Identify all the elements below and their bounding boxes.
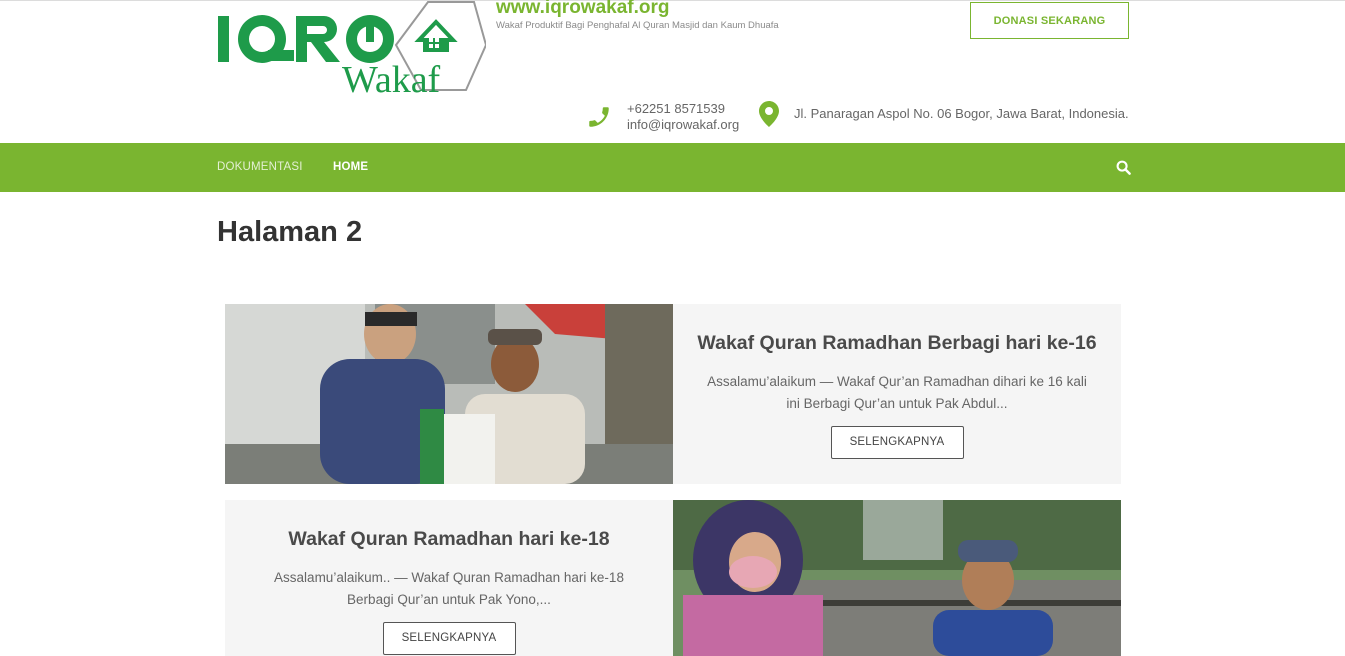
post-content: Wakaf Quran Ramadhan Berbagi hari ke-16 … — [673, 332, 1121, 459]
post-thumbnail[interactable] — [225, 304, 673, 484]
post-card: Wakaf Quran Ramadhan hari ke-18 Assalamu… — [225, 500, 1121, 656]
post-content: Wakaf Quran Ramadhan hari ke-18 Assalamu… — [225, 528, 673, 655]
logo-wakaf-text: Wakaf — [342, 59, 441, 98]
search-icon[interactable] — [1116, 160, 1131, 175]
phone-number[interactable]: +62251 8571539 — [627, 101, 739, 117]
site-logo[interactable]: Wakaf — [216, 0, 486, 98]
read-more-button[interactable]: SELENGKAPNYA — [382, 622, 516, 655]
main-nav: DOKUMENTASI HOME — [0, 143, 1345, 192]
logo-house-roof — [414, 19, 458, 42]
post-title[interactable]: Wakaf Quran Ramadhan hari ke-18 — [225, 528, 673, 551]
nav-item-home[interactable]: HOME — [333, 161, 368, 173]
site-tagline: Wakaf Produktif Bagi Penghafal Al Quran … — [496, 20, 779, 31]
contact-info: +62251 8571539 info@iqrowakaf.org — [627, 101, 739, 133]
post-excerpt: Assalamu’alaikum.. — Wakaf Quran Ramadha… — [274, 570, 624, 607]
email-address[interactable]: info@iqrowakaf.org — [627, 117, 739, 133]
post-thumbnail[interactable] — [673, 500, 1121, 656]
phone-icon — [589, 107, 609, 127]
nav-item-dokumentasi[interactable]: DOKUMENTASI — [217, 161, 303, 173]
site-header: Wakaf www.iqrowakaf.org Wakaf Produktif … — [0, 0, 1345, 143]
site-url[interactable]: www.iqrowakaf.org — [496, 0, 670, 19]
location-pin-icon — [759, 101, 779, 127]
donate-button[interactable]: DONASI SEKARANG — [970, 2, 1129, 39]
post-card: Wakaf Quran Ramadhan Berbagi hari ke-16 … — [225, 304, 1121, 484]
post-title[interactable]: Wakaf Quran Ramadhan Berbagi hari ke-16 — [673, 332, 1121, 355]
page-title: Halaman 2 — [217, 216, 363, 248]
logo-letters — [218, 15, 394, 63]
read-more-button[interactable]: SELENGKAPNYA — [830, 426, 964, 459]
address: Jl. Panaragan Aspol No. 06 Bogor, Jawa B… — [794, 106, 1129, 121]
post-excerpt: Assalamu’alaikum — Wakaf Qur’an Ramadhan… — [707, 374, 1087, 411]
